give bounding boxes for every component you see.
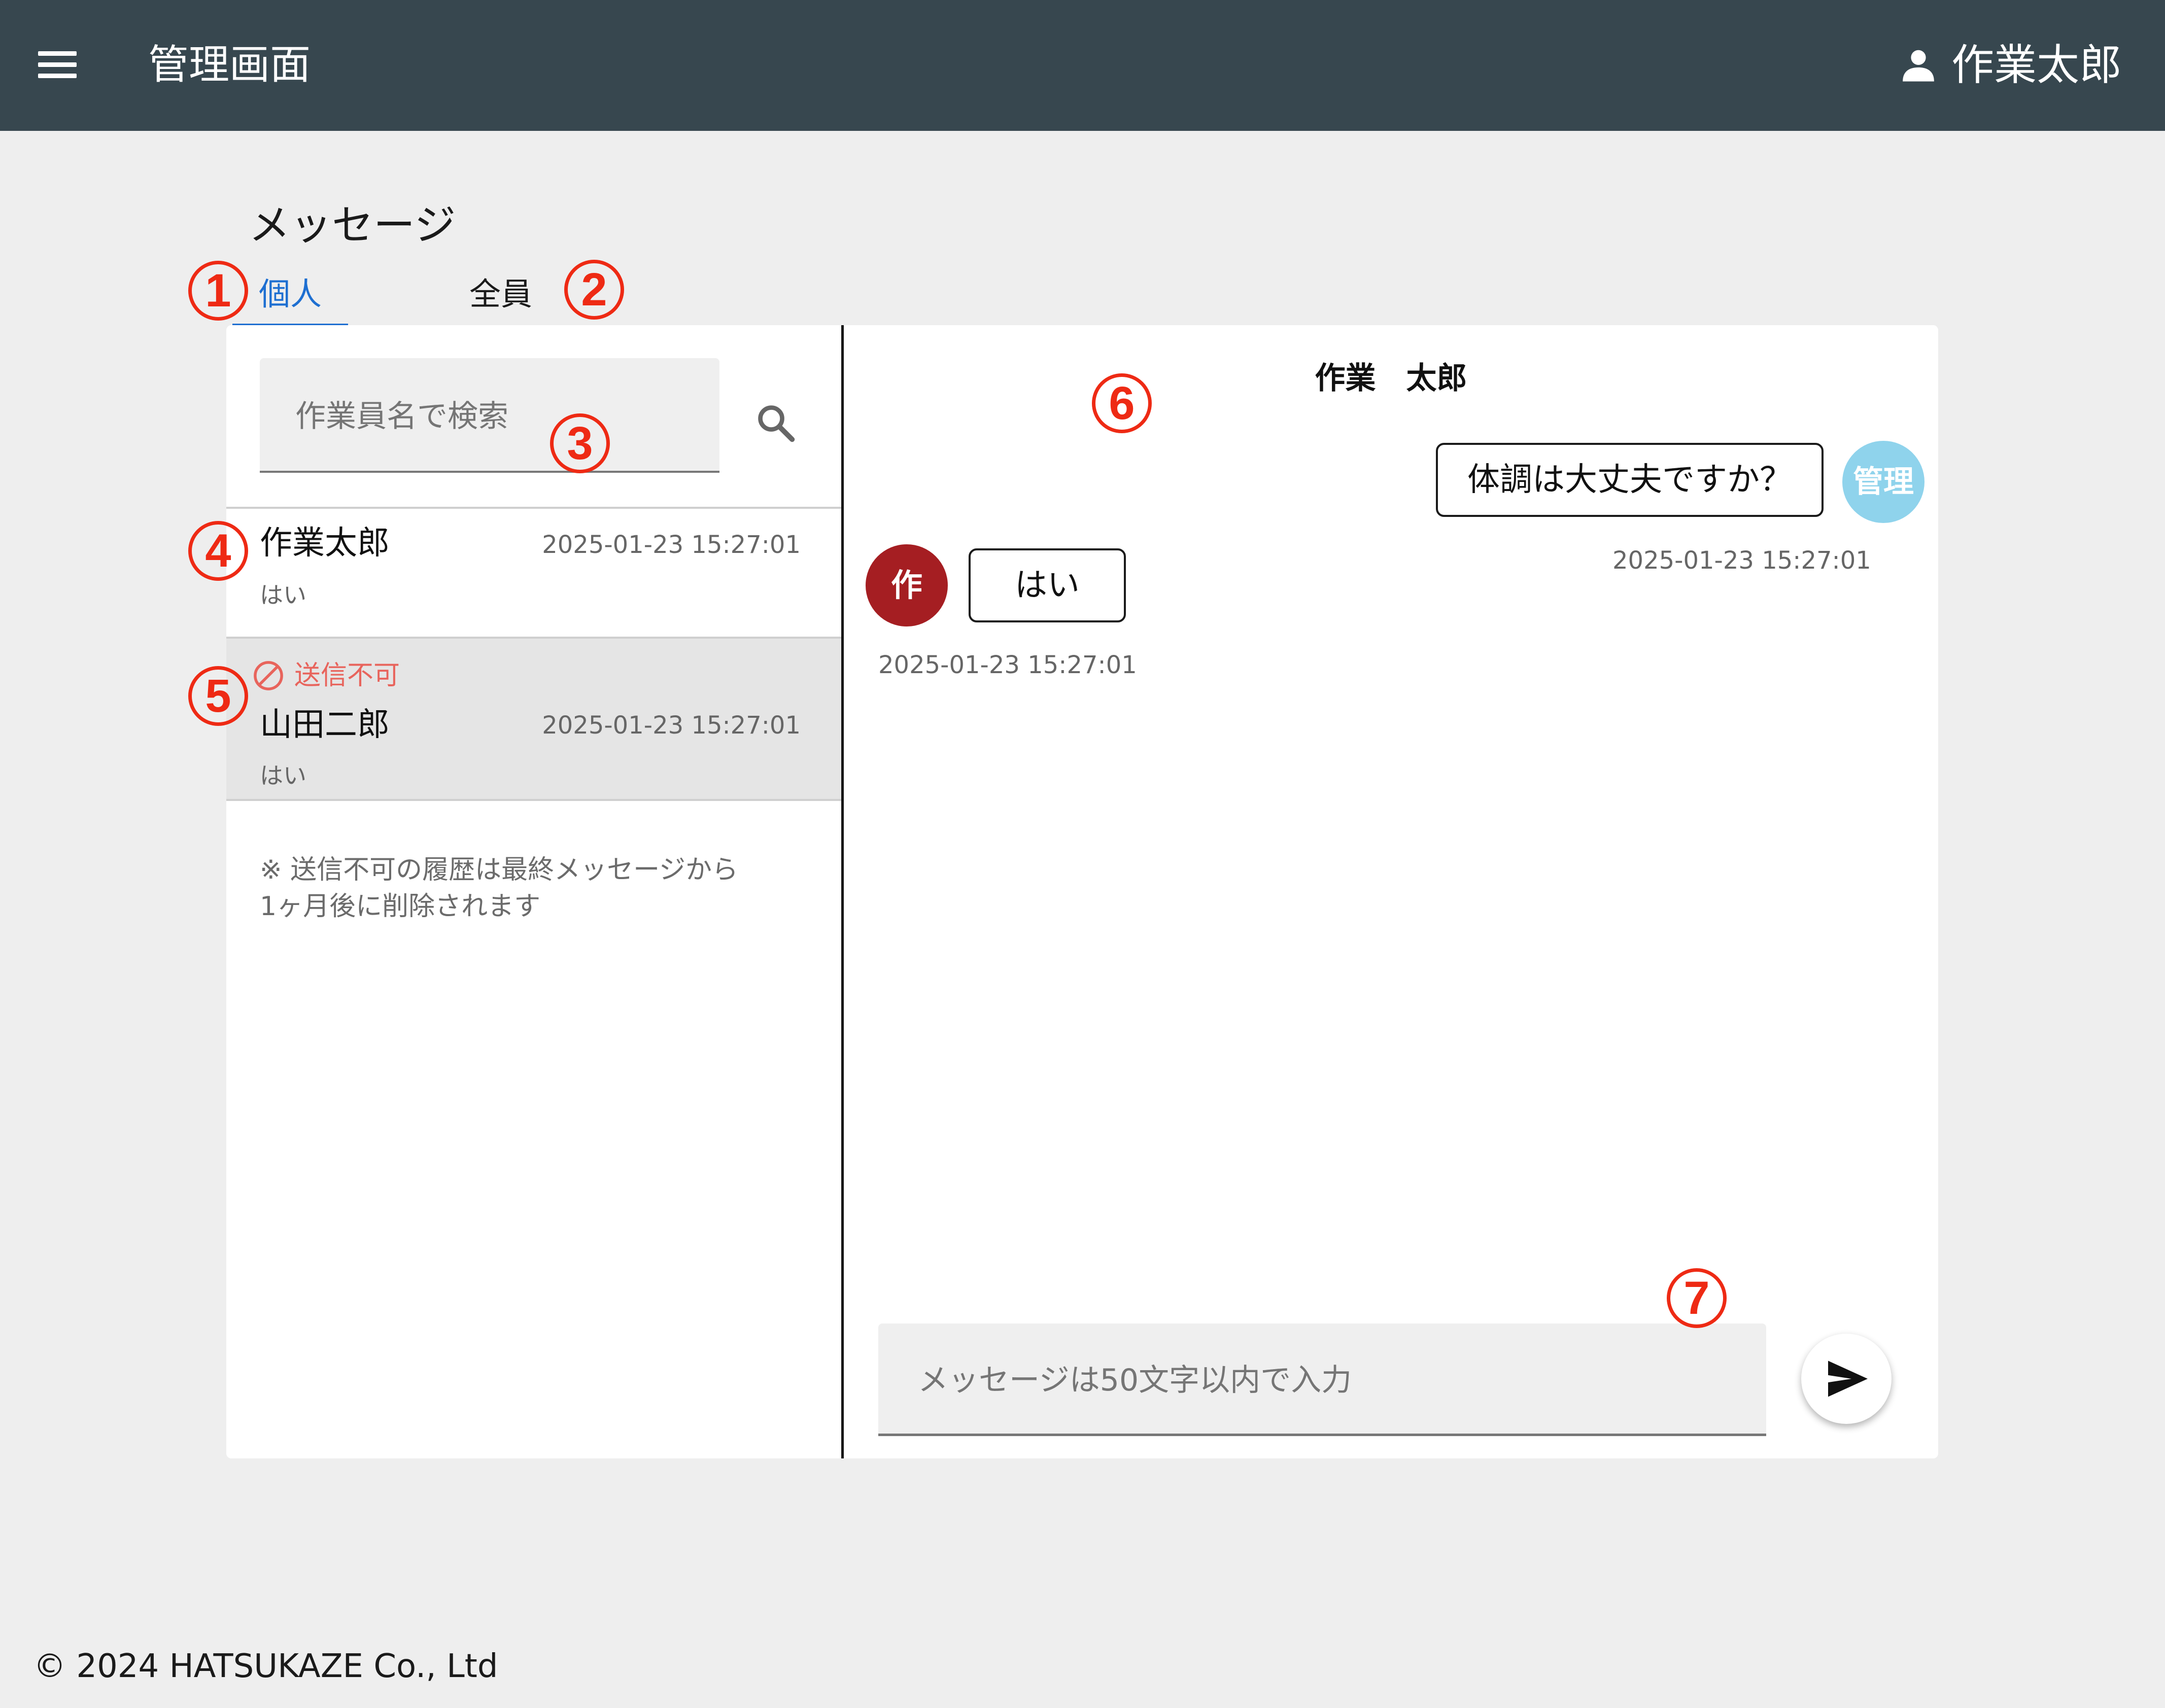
annotation-marker: 4: [188, 521, 248, 581]
deletion-notice: ※ 送信不可の履歴は最終メッセージから 1ヶ月後に削除されます: [260, 855, 739, 922]
message-input[interactable]: [918, 1355, 1730, 1406]
message-bubble-worker: はい: [969, 548, 1126, 622]
annotation-marker: 2: [564, 260, 624, 320]
user-menu[interactable]: 作業太郎: [1899, 37, 2122, 93]
app-title: 管理画面: [148, 41, 311, 88]
search-icon[interactable]: [754, 401, 798, 445]
annotation-marker: 6: [1092, 373, 1152, 433]
tab-individual[interactable]: 個人: [232, 271, 348, 326]
user-name: 作業太郎: [1951, 40, 2122, 90]
page-title: メッセージ: [249, 201, 456, 250]
conversation-item[interactable]: 送信不可 山田二郎 2025-01-23 15:27:01 はい: [226, 639, 841, 799]
conversation-time: 2025-01-23 15:27:01: [542, 711, 801, 740]
conversation-preview: はい: [260, 762, 306, 789]
search-field[interactable]: [260, 358, 719, 473]
admin-avatar: 管理: [1842, 441, 1925, 523]
conversation-time: 2025-01-23 15:27:01: [542, 531, 801, 559]
list-divider: [226, 799, 841, 801]
conversation-item[interactable]: 作業太郎 2025-01-23 15:27:01 はい: [226, 509, 841, 619]
send-icon: [1828, 1361, 1868, 1397]
page: 管理画面 作業太郎 メッセージ 個人 全員 作業太郎 2025-01: [0, 0, 2165, 1708]
conversation-list-pane: 作業太郎 2025-01-23 15:27:01 はい 送信不可 山田二郎 20…: [226, 325, 841, 1458]
app-bar: 管理画面 作業太郎: [0, 0, 2165, 131]
conversation-preview: はい: [260, 581, 306, 609]
chat-pane: 作業 太郎 体調は大丈夫ですか？ 管理 2025-01-23 15:27:01 …: [844, 325, 1938, 1458]
blocked-label: 送信不可: [294, 660, 400, 691]
conversation-name: 山田二郎: [260, 706, 390, 744]
chat-title: 作業 太郎: [1315, 361, 1467, 396]
message-compose-field[interactable]: [878, 1323, 1766, 1436]
worker-avatar: 作: [866, 544, 948, 626]
conversation-name: 作業太郎: [260, 525, 390, 562]
annotation-marker: 1: [188, 261, 248, 321]
blocked-badge: 送信不可: [252, 659, 400, 692]
message-bubble-admin: 体調は大丈夫ですか？: [1436, 443, 1824, 517]
tab-all[interactable]: 全員: [442, 271, 559, 326]
annotation-marker: 5: [188, 666, 248, 726]
footer-copyright: © 2024 HATSUKAZE Co., Ltd: [33, 1648, 498, 1685]
message-time: 2025-01-23 15:27:01: [1612, 546, 1871, 575]
send-button[interactable]: [1801, 1334, 1892, 1424]
block-icon: [254, 661, 283, 690]
person-icon: [1903, 50, 1934, 82]
search-input[interactable]: [295, 394, 701, 439]
annotation-marker: 7: [1667, 1268, 1727, 1328]
message-time: 2025-01-23 15:27:01: [878, 651, 1137, 679]
annotation-marker: 3: [550, 413, 610, 473]
menu-icon[interactable]: [38, 51, 77, 79]
